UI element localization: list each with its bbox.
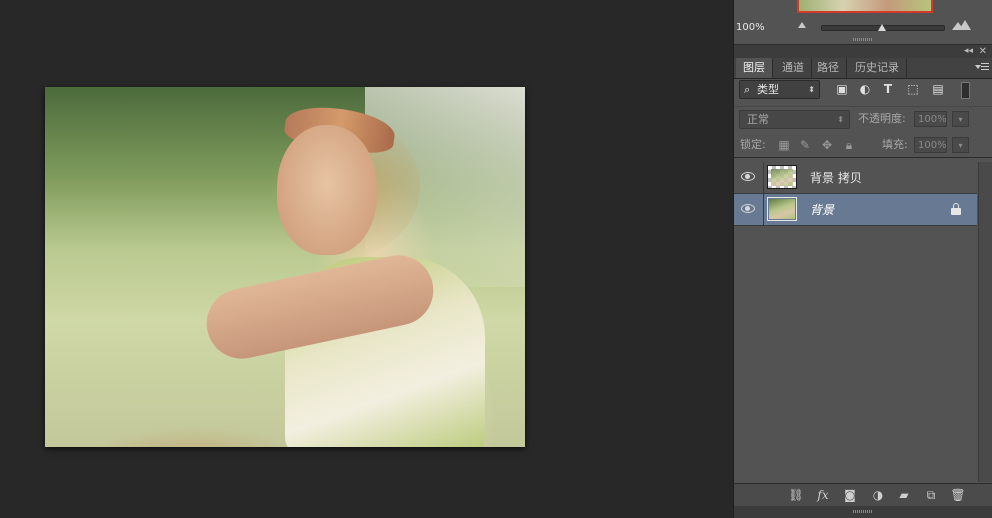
link-layers-icon[interactable]: ⛓ [788,487,804,503]
lock-row: 锁定: ▦ ✎ ✥ 🔒︎ 填充: 100% ▾ [734,133,992,158]
lock-all-icon[interactable]: 🔒︎ [842,138,856,152]
eye-icon[interactable] [741,204,755,213]
layers-footer-toolbar: ⛓ fx ◙ ◑ ▰ ⧉ 🗑︎ [734,483,992,506]
blend-mode-row: 正常 ⬍ 不透明度: 100% ▾ [734,106,992,129]
lock-position-icon[interactable]: ✥ [820,138,834,152]
navigator-panel: 100% [734,0,992,45]
lock-pixels-icon[interactable]: ✎ [798,138,812,152]
opacity-label: 不透明度: [858,112,906,125]
opacity-field[interactable]: 100% [914,111,947,127]
image-face [277,125,377,255]
filter-kind-select[interactable]: ⌕ 类型 ⬍ [739,80,820,99]
tab-paths[interactable]: 路径 [810,58,847,78]
layers-list: 背景 拷贝 背景 [734,162,977,482]
zoom-out-icon[interactable] [798,22,806,28]
chevron-icon: ⬍ [837,115,844,124]
adjustment-filter-icon[interactable]: ◐ [857,82,873,96]
tab-channels[interactable]: 通道 [775,58,812,78]
zoom-field[interactable]: 100% [736,21,780,35]
fill-label: 填充: [882,138,908,151]
lock-label: 锁定: [740,138,766,151]
new-group-icon[interactable]: ▰ [896,487,912,503]
fill-field[interactable]: 100% [914,137,947,153]
navigator-resize-grip[interactable] [853,38,873,41]
select-arrows-icon: ⬍ [808,85,815,94]
add-mask-icon[interactable]: ◙ [842,487,858,503]
panel-menu-icon[interactable] [975,62,989,72]
layers-scrollbar[interactable] [978,162,992,482]
layer-thumbnail [767,165,797,189]
blend-mode-value: 正常 [747,113,769,126]
blend-mode-select[interactable]: 正常 ⬍ [739,110,850,129]
eye-icon[interactable] [741,172,755,181]
document-canvas-area[interactable] [0,0,733,518]
smart-object-filter-icon[interactable]: ▤ [930,82,946,96]
document-image[interactable] [45,87,525,447]
navigator-view-box[interactable] [797,0,933,13]
new-layer-icon[interactable]: ⧉ [923,487,939,503]
opacity-dropdown-icon[interactable]: ▾ [952,111,969,127]
magnifier-icon: ⌕ [744,83,751,96]
lock-icon [951,203,961,215]
zoom-in-icon[interactable] [952,20,971,30]
new-adjustment-layer-icon[interactable]: ◑ [870,487,886,503]
collapse-panels-icon[interactable]: ◂◂ [964,45,973,58]
panel-group-header: ◂◂ ✕ [734,45,992,59]
tab-history[interactable]: 历史记录 [848,58,907,78]
panel-resize-grip[interactable] [853,510,873,513]
type-filter-icon[interactable]: T [880,82,896,96]
close-icon[interactable]: ✕ [979,45,987,58]
panel-bottom-strip [734,506,992,518]
layer-thumbnail [767,197,797,221]
fill-dropdown-icon[interactable]: ▾ [952,137,969,153]
filter-toggle-switch[interactable] [961,82,970,99]
layer-row[interactable]: 背景 拷贝 [734,162,977,194]
layer-name[interactable]: 背景 拷贝 [810,170,862,186]
layer-name[interactable]: 背景 [810,202,834,218]
lock-transparency-icon[interactable]: ▦ [777,138,791,152]
zoom-slider-handle[interactable] [878,24,886,31]
tab-layers[interactable]: 图层 [736,58,773,78]
layer-row[interactable]: 背景 [734,194,977,226]
trash-icon[interactable]: 🗑︎ [950,487,966,503]
layers-tab-bar: 图层 通道 路径 历史记录 [734,58,992,79]
image-filter-icon[interactable]: ▣ [834,82,850,96]
shape-filter-icon[interactable]: ⬚ [905,82,921,96]
right-panel-dock: 100% ◂◂ ✕ 图层 通道 路径 历史记录 ⌕ 类型 ⬍ ▣ ◐ T ⬚ ▤ [733,0,992,518]
layer-filter-row: ⌕ 类型 ⬍ ▣ ◐ T ⬚ ▤ [734,79,992,101]
filter-kind-label: 类型 [757,83,779,96]
fx-icon[interactable]: fx [815,487,831,503]
